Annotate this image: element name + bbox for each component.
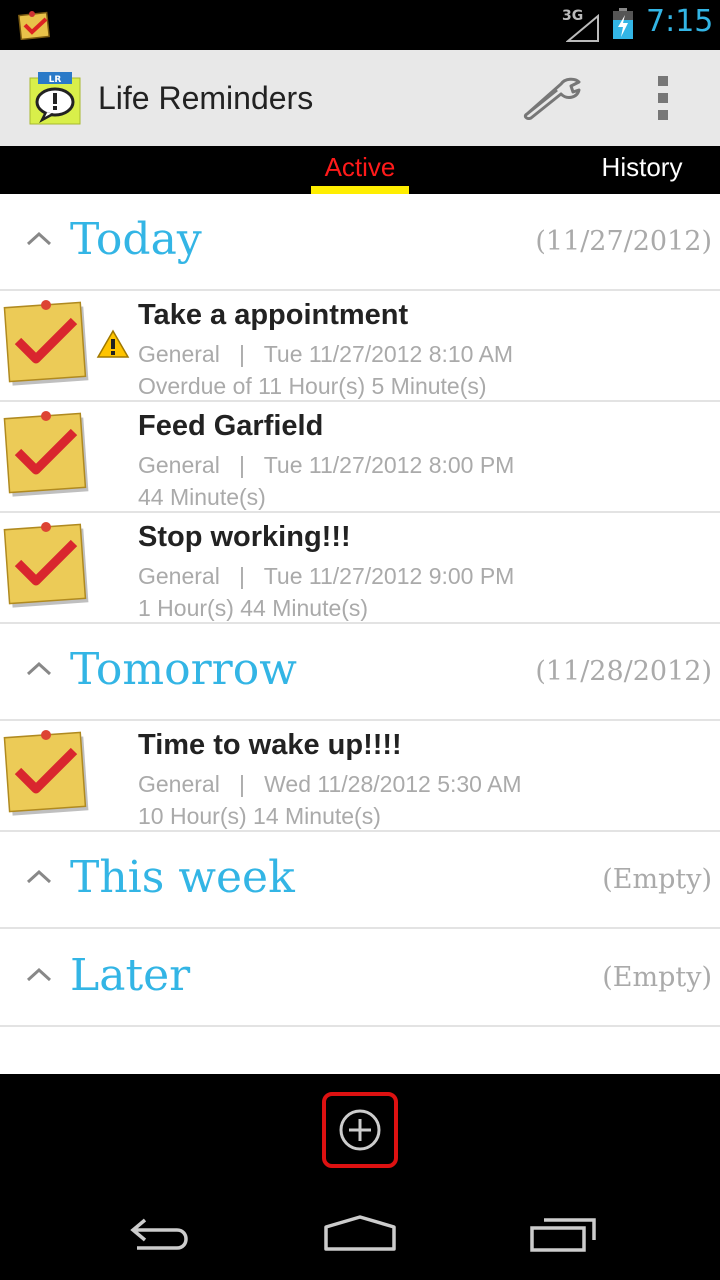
overflow-menu-icon[interactable] <box>640 66 686 130</box>
section-title: This week <box>70 852 295 903</box>
recent-apps-button[interactable] <box>517 1204 607 1264</box>
reminder-title: Time to wake up!!!! <box>138 729 402 761</box>
bottom-action-bar <box>0 1074 720 1184</box>
reminder-note-icon <box>3 411 89 497</box>
chevron-up-icon <box>26 967 52 982</box>
add-circle-icon <box>339 1109 381 1151</box>
section-date: (Empty) <box>602 962 712 993</box>
home-icon <box>324 1215 396 1251</box>
action-bar: LR Life Reminders <box>0 50 720 146</box>
settings-button[interactable] <box>512 66 592 130</box>
tab-indicator <box>311 186 409 194</box>
section-header-later[interactable]: Later (Empty) <box>0 930 720 1027</box>
reminder-meta: General | Tue 11/27/2012 8:10 AM <box>138 341 514 367</box>
tab-history[interactable]: History <box>580 146 704 194</box>
reminder-list[interactable]: Today (11/27/2012) Take a appointment Ge… <box>0 194 720 1074</box>
app-logo-text: LR <box>49 75 62 85</box>
section-title: Today <box>70 214 202 265</box>
signal-icon: 3G <box>562 8 602 42</box>
reminder-title: Take a appointment <box>138 299 409 331</box>
tab-history-label: History <box>601 152 683 182</box>
back-button[interactable] <box>114 1204 204 1264</box>
overflow-dot <box>658 110 668 120</box>
battery-charging-icon <box>613 8 633 39</box>
reminder-item[interactable]: Take a appointment General | Tue 11/27/2… <box>0 291 720 402</box>
home-button[interactable] <box>315 1204 405 1264</box>
chevron-up-icon <box>26 869 52 884</box>
section-title: Later <box>70 950 191 1001</box>
reminder-meta: General | Tue 11/27/2012 9:00 PM <box>138 563 515 589</box>
section-header-today[interactable]: Today (11/27/2012) <box>0 194 720 291</box>
section-header-tomorrow[interactable]: Tomorrow (11/28/2012) <box>0 624 720 721</box>
reminder-remaining: Overdue of 11 Hour(s) 5 Minute(s) <box>138 373 487 399</box>
wrench-icon <box>523 77 581 120</box>
reminder-note-icon <box>3 300 89 386</box>
chevron-up-icon <box>26 231 52 246</box>
overflow-dot <box>658 76 668 86</box>
reminder-item[interactable]: Stop working!!! General | Tue 11/27/2012… <box>0 513 720 624</box>
back-icon <box>130 1218 188 1250</box>
overflow-dot <box>658 93 668 103</box>
status-bar: 3G 7:15 <box>0 0 720 50</box>
warning-icon <box>96 329 130 358</box>
system-nav-bar <box>0 1184 720 1280</box>
recent-apps-icon <box>530 1218 596 1252</box>
app-logo-icon: LR <box>29 72 81 125</box>
reminder-item[interactable]: Time to wake up!!!! General | Wed 11/28/… <box>0 721 720 832</box>
reminder-item[interactable]: Feed Garfield General | Tue 11/27/2012 8… <box>0 402 720 513</box>
section-date: (11/28/2012) <box>535 656 712 687</box>
reminder-meta: General | Wed 11/28/2012 5:30 AM <box>138 771 522 797</box>
reminder-remaining: 1 Hour(s) 44 Minute(s) <box>138 595 369 621</box>
reminder-note-icon <box>3 522 89 608</box>
tab-active-label: Active <box>324 152 396 182</box>
tab-active[interactable]: Active <box>311 146 409 194</box>
section-title: Tomorrow <box>70 644 297 695</box>
add-reminder-button[interactable] <box>322 1092 398 1168</box>
app-title: Life Reminders <box>98 80 314 116</box>
section-date: (Empty) <box>602 864 712 895</box>
section-date: (11/27/2012) <box>535 226 712 257</box>
reminder-remaining: 10 Hour(s) 14 Minute(s) <box>138 803 381 829</box>
section-header-this-week[interactable]: This week (Empty) <box>0 832 720 929</box>
notification-check-icon <box>18 11 51 40</box>
reminder-title: Feed Garfield <box>138 410 324 442</box>
chevron-up-icon <box>26 661 52 676</box>
reminder-meta: General | Tue 11/27/2012 8:00 PM <box>138 452 515 478</box>
reminder-remaining: 44 Minute(s) <box>138 484 266 510</box>
tab-bar: Active History <box>0 146 720 194</box>
reminder-note-icon <box>3 730 89 816</box>
reminder-title: Stop working!!! <box>138 521 351 553</box>
clock: 7:15 <box>646 4 714 39</box>
